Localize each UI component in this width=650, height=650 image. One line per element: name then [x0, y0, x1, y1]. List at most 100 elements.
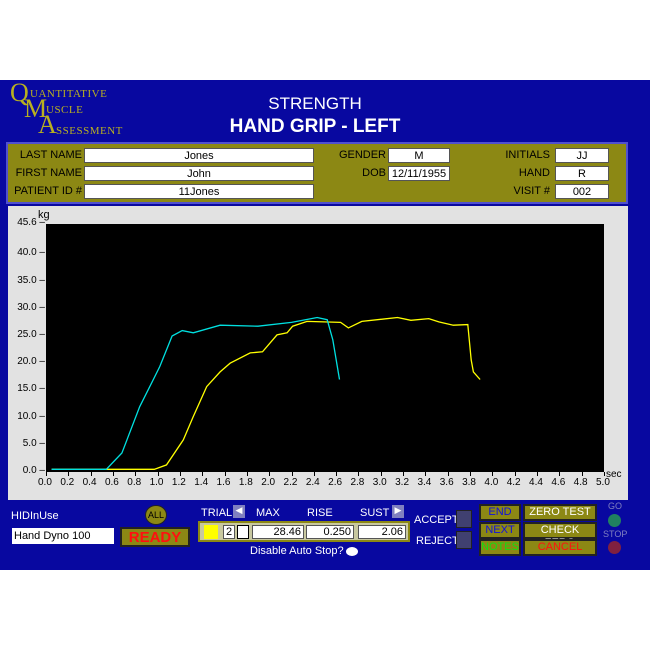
x-tick-mark — [224, 472, 226, 476]
visit-field[interactable]: 002 — [555, 184, 609, 199]
patient-id-field[interactable]: 11Jones — [84, 184, 314, 199]
notes-button[interactable]: NOTES — [479, 539, 521, 556]
accept-button[interactable] — [456, 510, 472, 528]
x-tick-mark — [135, 472, 137, 476]
x-tick-label: 3.4 — [417, 477, 432, 488]
y-tick-label: 30.0 – — [17, 301, 45, 313]
trial-number-field[interactable]: 2 — [223, 525, 235, 539]
y-tick-label: 40.0 – — [17, 247, 45, 259]
trial-results-panel: 2 28.46 0.250 2.06 — [198, 521, 410, 542]
rise-value: 0.250 — [306, 525, 354, 539]
x-tick-mark — [90, 472, 92, 476]
first-name-label: FIRST NAME — [15, 167, 82, 179]
first-name-field[interactable]: John — [84, 166, 314, 181]
x-tick-label: 2.0 — [261, 477, 276, 488]
next-button[interactable]: NEXT — [479, 522, 521, 539]
x-tick-mark — [559, 472, 561, 476]
go-label: GO — [608, 501, 623, 511]
next-trial-arrow-icon[interactable]: ▶ — [392, 505, 404, 518]
y-tick-label: 25.0 – — [17, 329, 45, 341]
accept-label: ACCEPT — [414, 514, 459, 526]
x-tick-mark — [202, 472, 204, 476]
series-line-trace_1 — [51, 316, 481, 470]
x-tick-label: 0.8 — [127, 477, 142, 488]
x-tick-mark — [581, 472, 583, 476]
initials-field[interactable]: JJ — [555, 148, 609, 163]
x-tick-label: 4.8 — [573, 477, 588, 488]
trial-checkbox[interactable] — [237, 525, 249, 539]
x-tick-mark — [112, 472, 114, 476]
last-name-label: LAST NAME — [19, 149, 82, 161]
x-tick-mark — [291, 472, 293, 476]
x-tick-label: 3.8 — [462, 477, 476, 488]
reject-button[interactable] — [456, 531, 472, 549]
x-tick-label: 2.8 — [350, 477, 365, 488]
device-field[interactable]: Hand Dyno 100 — [12, 528, 114, 544]
x-tick-mark — [269, 472, 271, 476]
hand-label: HAND — [518, 167, 550, 179]
qma-window: Q UANTITATIVE M USCLE A SSESSMENT STRENG… — [0, 78, 650, 570]
last-name-field[interactable]: Jones — [84, 148, 314, 163]
x-tick-mark — [537, 472, 539, 476]
x-tick-mark — [470, 472, 472, 476]
x-tick-label: 1.4 — [194, 477, 209, 488]
sust-value: 2.06 — [358, 525, 406, 539]
page-subtitle: HAND GRIP - LEFT — [229, 116, 401, 137]
series-line-trace_2 — [51, 316, 341, 470]
dob-label: DOB — [362, 167, 386, 179]
patient-id-label: PATIENT ID # — [14, 185, 82, 197]
end-button[interactable]: END — [479, 504, 521, 521]
x-tick-label: 0.6 — [104, 477, 119, 488]
rise-label: RISE — [307, 507, 333, 519]
x-tick-mark — [246, 472, 248, 476]
stop-indicator-icon — [608, 541, 621, 554]
x-tick-label: 3.2 — [395, 477, 410, 488]
x-tick-label: 4.0 — [484, 477, 499, 488]
gender-field[interactable]: M — [388, 148, 450, 163]
y-tick-label: 5.0 – — [22, 437, 45, 449]
x-tick-label: 4.4 — [529, 477, 543, 488]
x-tick-mark — [425, 472, 427, 476]
x-tick-mark — [157, 472, 159, 476]
visit-label: VISIT # — [513, 185, 550, 197]
disable-auto-stop-toggle[interactable] — [346, 547, 358, 556]
x-tick-mark — [604, 472, 605, 476]
x-tick-mark — [68, 472, 70, 476]
x-tick-label: 2.2 — [283, 477, 298, 488]
x-tick-label: 2.4 — [305, 477, 320, 488]
x-tick-mark — [492, 472, 494, 476]
x-tick-label: 3.0 — [372, 477, 387, 488]
stop-label: STOP — [603, 529, 628, 539]
x-tick-mark — [514, 472, 516, 476]
max-label: MAX — [256, 507, 280, 519]
y-tick-label: 10.0 – — [17, 410, 45, 422]
gender-label: GENDER — [338, 149, 386, 161]
x-tick-label: 0.2 — [60, 477, 75, 488]
x-tick-label: 2.6 — [328, 477, 343, 488]
cancel-button[interactable]: CANCEL — [523, 539, 597, 556]
max-value: 28.46 — [252, 525, 304, 539]
ready-button[interactable]: READY — [120, 527, 190, 547]
x-tick-label: 1.2 — [171, 477, 186, 488]
zero-test-button[interactable]: ZERO TEST — [523, 504, 597, 521]
check-zero-button[interactable]: CHECK ZERO — [523, 522, 597, 549]
prev-trial-arrow-icon[interactable]: ◀ — [233, 505, 245, 518]
y-tick-label: 45.6 – — [17, 217, 45, 228]
x-tick-mark — [403, 472, 405, 476]
sust-label: SUST — [360, 507, 390, 519]
x-tick-mark — [179, 472, 181, 476]
y-tick-label: 0.0 – — [22, 465, 45, 476]
go-indicator-icon — [608, 514, 621, 527]
hand-field[interactable]: R — [555, 166, 609, 181]
y-tick-label: 20.0 – — [17, 356, 45, 368]
y-tick-label: 15.0 – — [17, 383, 45, 395]
trial-label: TRIAL — [201, 507, 233, 519]
force-chart — [46, 224, 604, 472]
page-title: STRENGTH — [268, 94, 362, 113]
dob-field[interactable]: 12/11/1955 — [388, 166, 450, 181]
x-tick-label: 1.0 — [149, 477, 164, 488]
all-button[interactable]: ALL — [145, 505, 167, 525]
x-tick-mark — [380, 472, 382, 476]
initials-label: INITIALS — [505, 149, 550, 161]
x-tick-mark — [358, 472, 360, 476]
